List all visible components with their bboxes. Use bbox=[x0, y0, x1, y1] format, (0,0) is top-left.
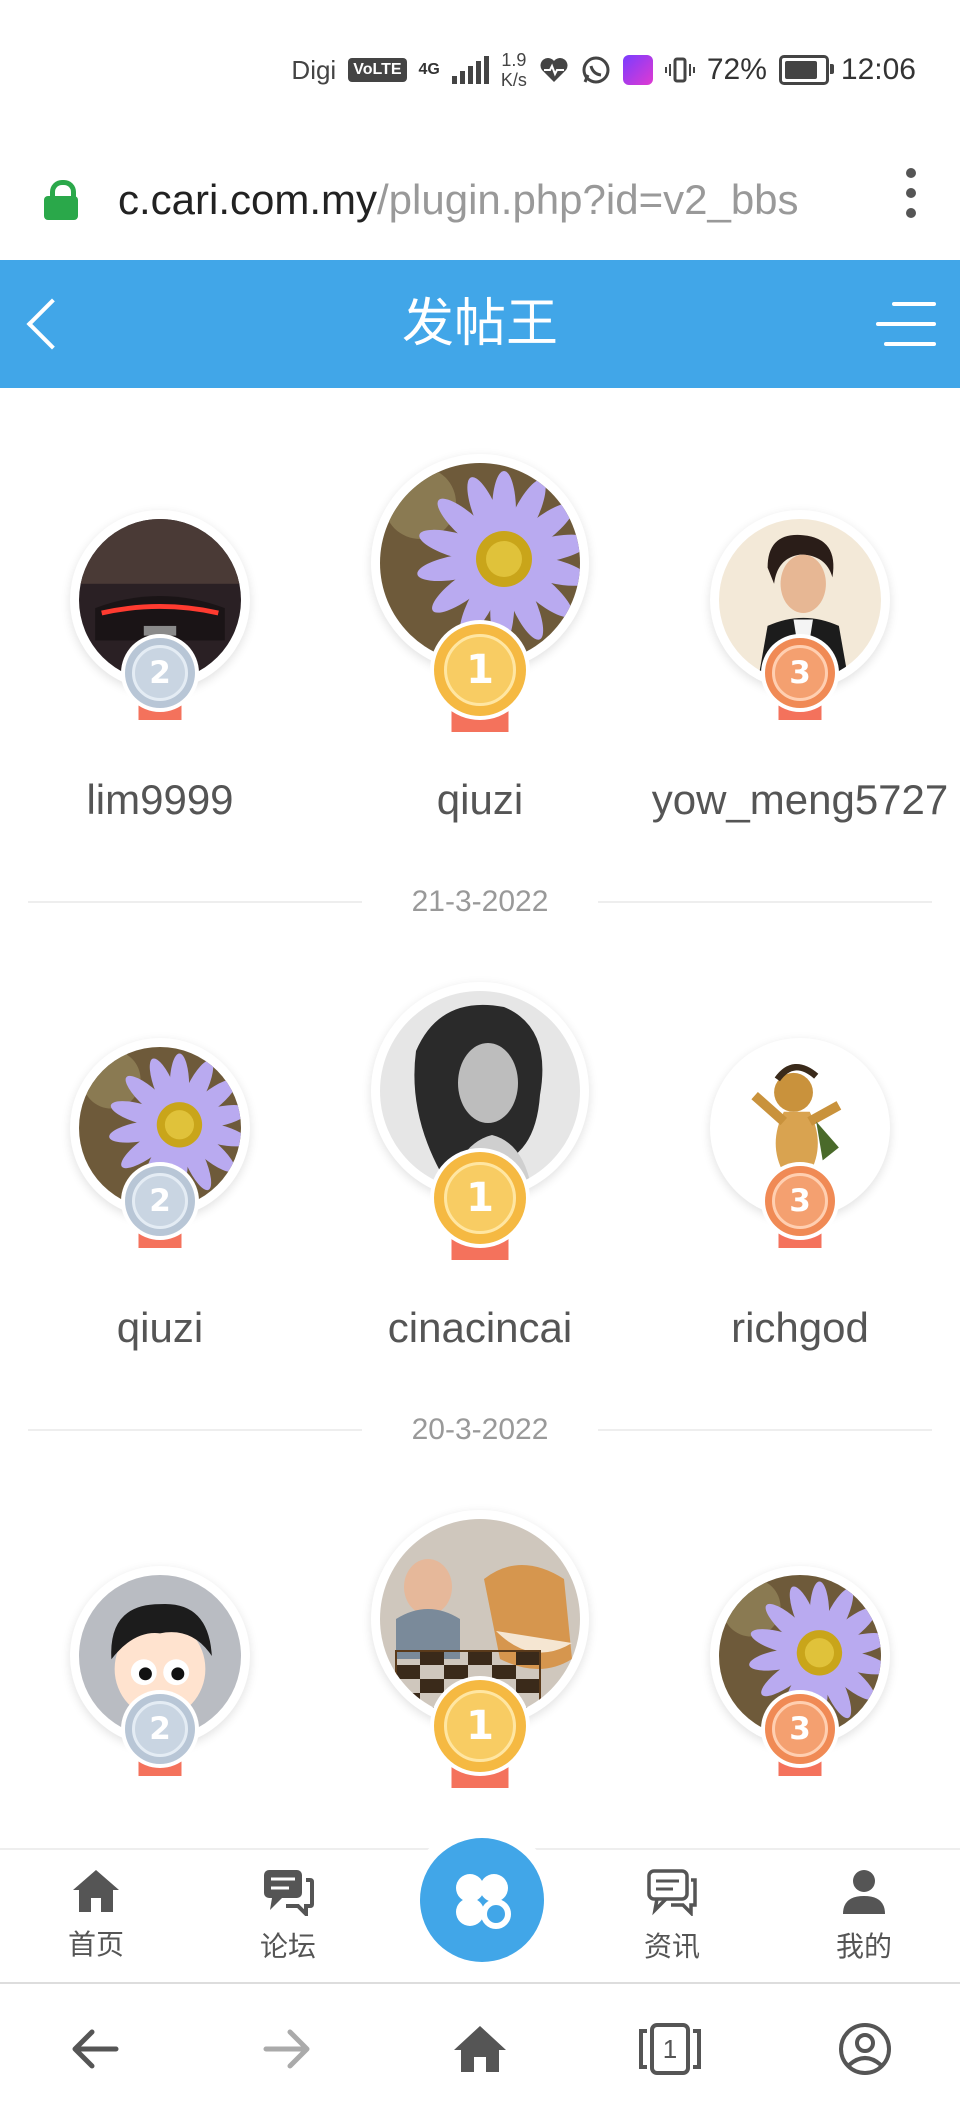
username[interactable]: yow_meng5727 bbox=[640, 776, 960, 824]
podium-slot-rank-3[interactable]: 3 bbox=[640, 1506, 960, 1806]
more-options-icon[interactable] bbox=[906, 168, 916, 218]
tab-count: 1 bbox=[662, 2034, 678, 2064]
browser-forward-button[interactable] bbox=[242, 2014, 332, 2084]
username[interactable]: cinacincai bbox=[320, 1304, 640, 1352]
rank-medal-icon: 1 bbox=[434, 624, 526, 742]
rank-medal-icon: 3 bbox=[765, 638, 835, 730]
url-text[interactable]: c.cari.com.my/plugin.php?id=v2_bbs bbox=[118, 176, 838, 224]
battery-icon bbox=[778, 55, 834, 85]
podium-slot-rank-2[interactable]: 2 qiuzi bbox=[0, 978, 320, 1351]
forum-chat-icon bbox=[264, 1870, 314, 1919]
browser-tabs-button[interactable]: 1 bbox=[625, 2014, 715, 2084]
rank-number: 3 bbox=[772, 1701, 828, 1757]
page-title: 发帖王 bbox=[401, 295, 558, 353]
rank-medal-icon: 2 bbox=[125, 638, 195, 730]
rank-medal-icon: 1 bbox=[434, 1152, 526, 1270]
podium-slot-rank-3[interactable]: 3 richgod bbox=[640, 978, 960, 1351]
rank-medal-icon: 2 bbox=[125, 1166, 195, 1258]
podium-slot-rank-3[interactable]: 3 yow_meng5727 bbox=[640, 450, 960, 823]
rank-number: 2 bbox=[132, 1701, 188, 1757]
username[interactable]: qiuzi bbox=[320, 776, 640, 824]
username[interactable]: lim9999 bbox=[0, 776, 320, 824]
nav-label-forum: 论坛 bbox=[259, 1931, 316, 1962]
rank-number: 2 bbox=[132, 645, 188, 701]
rank-number: 1 bbox=[444, 634, 516, 706]
carrier-label: Digi bbox=[291, 54, 337, 85]
browser-home-button[interactable] bbox=[435, 2014, 525, 2084]
rank-number: 2 bbox=[132, 1173, 188, 1229]
home-icon bbox=[454, 2026, 506, 2072]
rank-number: 3 bbox=[772, 645, 828, 701]
rank-number: 3 bbox=[772, 1173, 828, 1229]
rank-medal-icon: 3 bbox=[765, 1694, 835, 1786]
signal-icon bbox=[451, 56, 489, 84]
podium-slot-rank-2[interactable]: 2 lim9999 bbox=[0, 450, 320, 823]
nav-label-home: 首页 bbox=[67, 1929, 124, 1960]
browser-url-bar[interactable]: c.cari.com.my/plugin.php?id=v2_bbs bbox=[0, 140, 960, 260]
status-icons: Digi VoLTE 4G 1.9 K/s 72% 12:06 bbox=[291, 50, 916, 90]
network-type-label: 4G bbox=[418, 61, 440, 78]
podium-section: 2 lim9999 1 qiuzi 3 yow_meng5727 bbox=[0, 450, 960, 823]
nav-label-news: 资讯 bbox=[643, 1931, 700, 1962]
podium-section: 2 qiuzi 1 cinacincai 3 richgod bbox=[0, 978, 960, 1351]
username[interactable]: qiuzi bbox=[0, 1304, 320, 1352]
vibrate-icon bbox=[664, 57, 695, 83]
divider-line bbox=[598, 901, 932, 903]
podium-section: 2 1 3 bbox=[0, 1506, 960, 1806]
url-path: /plugin.php?id=v2_bbs bbox=[377, 176, 799, 223]
volte-badge: VoLTE bbox=[348, 58, 407, 82]
speed-value: 1.9 bbox=[501, 50, 527, 70]
profile-icon bbox=[843, 1870, 885, 1914]
apps-clover-icon bbox=[456, 1874, 511, 1929]
podium-slot-rank-1[interactable]: 1 bbox=[320, 1506, 640, 1806]
rank-medal-icon: 3 bbox=[765, 1166, 835, 1258]
nav-label-profile: 我的 bbox=[835, 1931, 892, 1962]
app-notification-icon bbox=[622, 55, 653, 85]
network-speed: 1.9 K/s bbox=[501, 50, 527, 90]
browser-nav-bar: 1 bbox=[0, 1982, 960, 2114]
podium-slot-rank-1[interactable]: 1 cinacincai bbox=[320, 978, 640, 1351]
news-chat-icon bbox=[647, 1869, 697, 1918]
menu-icon[interactable] bbox=[876, 296, 936, 352]
clock: 12:06 bbox=[840, 53, 916, 86]
browser-account-button[interactable] bbox=[820, 2014, 910, 2084]
nav-item-home[interactable]: 首页 bbox=[36, 1868, 156, 1963]
url-host: c.cari.com.my bbox=[118, 176, 378, 223]
username[interactable]: richgod bbox=[640, 1304, 960, 1352]
date-divider: 21-3-2022 bbox=[28, 882, 932, 922]
rank-number: 1 bbox=[444, 1162, 516, 1234]
date-divider: 20-3-2022 bbox=[28, 1410, 932, 1450]
speed-unit: K/s bbox=[500, 70, 527, 90]
center-apps-button[interactable] bbox=[420, 1838, 544, 1962]
heart-rate-icon bbox=[540, 58, 568, 82]
rank-medal-icon: 1 bbox=[434, 1680, 526, 1798]
account-circle-icon bbox=[839, 2023, 891, 2075]
arrow-left-icon bbox=[72, 2029, 119, 2069]
rank-medal-icon: 2 bbox=[125, 1694, 195, 1786]
nav-item-profile[interactable]: 我的 bbox=[804, 1868, 924, 1965]
arrow-right-icon bbox=[263, 2029, 310, 2069]
browser-back-button[interactable] bbox=[50, 2014, 140, 2084]
app-header: 发帖王 bbox=[0, 260, 960, 388]
status-bar: Digi VoLTE 4G 1.9 K/s 72% 12:06 bbox=[0, 0, 960, 140]
nav-item-forum[interactable]: 论坛 bbox=[228, 1868, 348, 1965]
divider-line bbox=[598, 1429, 932, 1431]
battery-percent: 72% bbox=[706, 53, 767, 86]
nav-item-news[interactable]: 资讯 bbox=[612, 1868, 732, 1965]
podium-slot-rank-2[interactable]: 2 bbox=[0, 1506, 320, 1806]
whatsapp-icon bbox=[582, 56, 610, 84]
lock-icon bbox=[44, 180, 78, 220]
home-icon bbox=[73, 1870, 119, 1912]
podium-slot-rank-1[interactable]: 1 qiuzi bbox=[320, 450, 640, 823]
rank-number: 1 bbox=[444, 1690, 516, 1762]
